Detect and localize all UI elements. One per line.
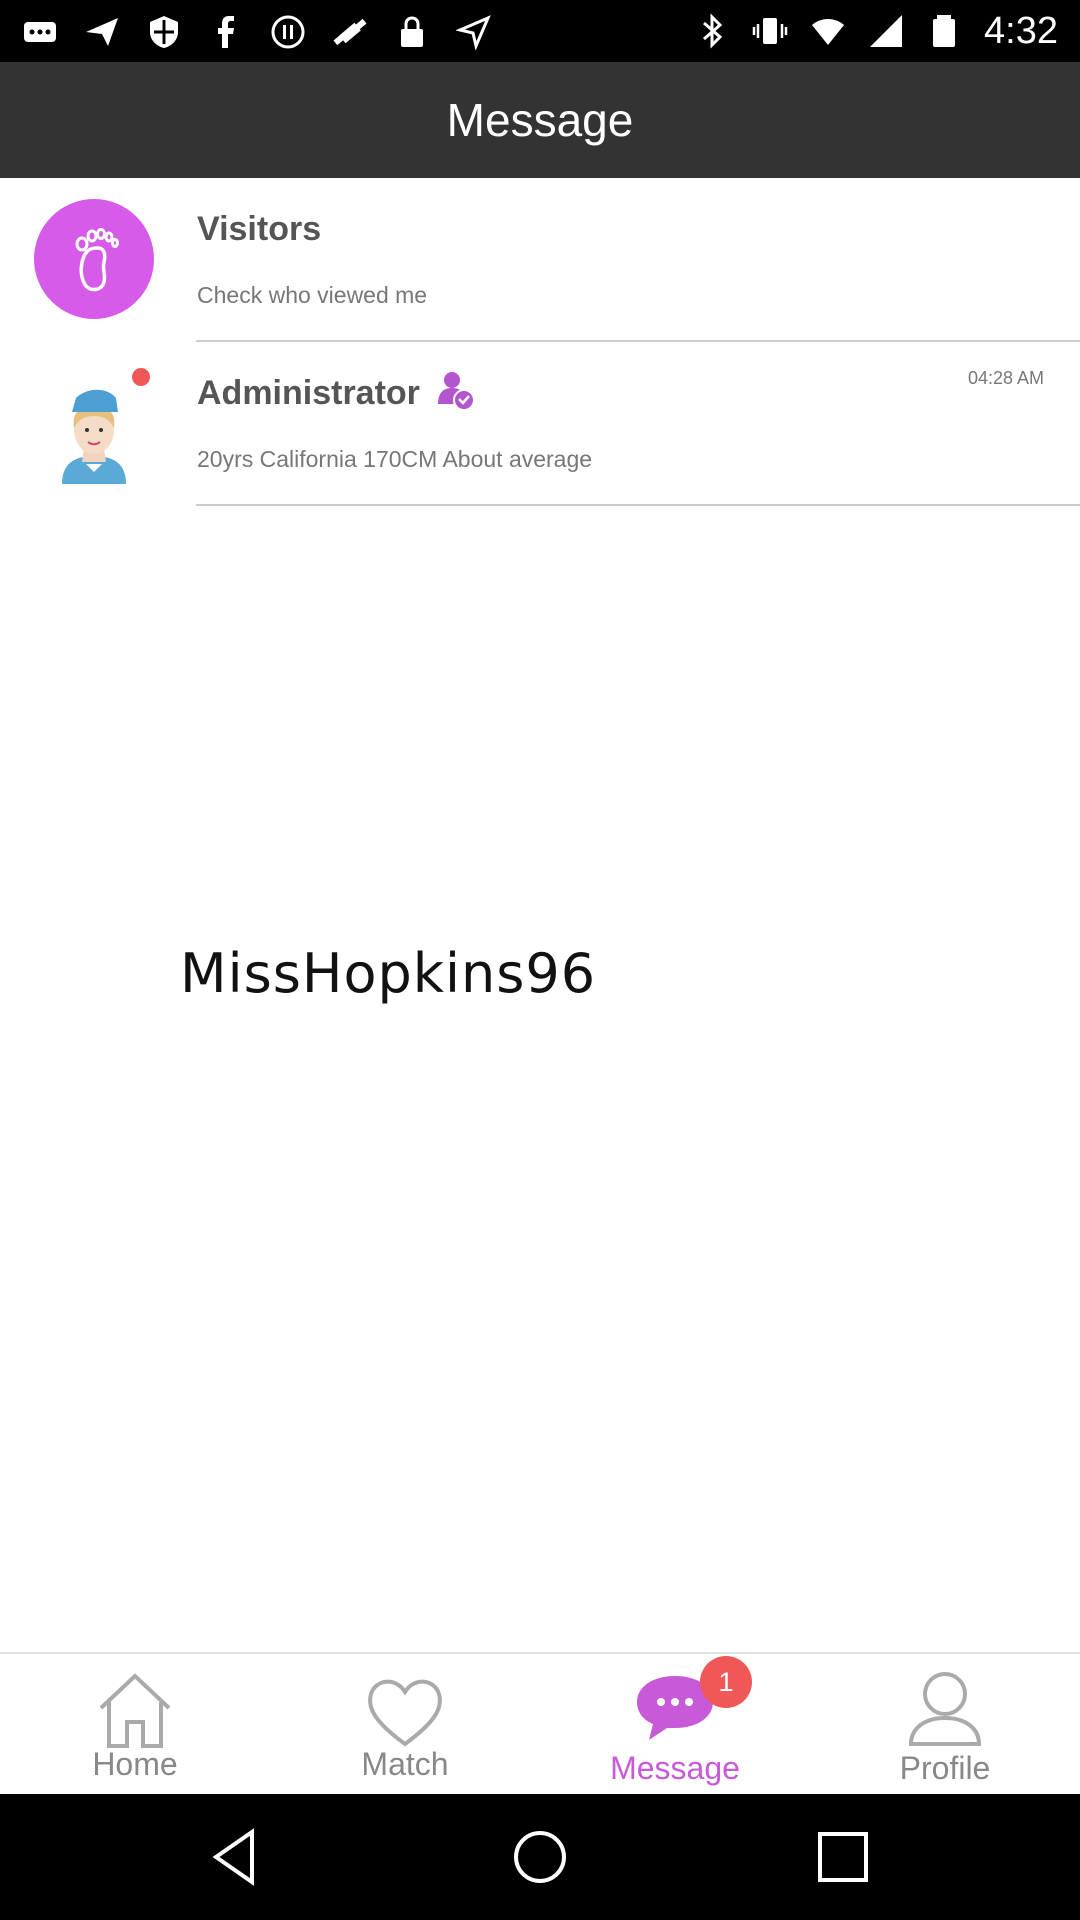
list-item-visitors[interactable]: Visitors Check who viewed me <box>0 178 1080 342</box>
shield-icon <box>150 16 178 48</box>
watermark-text: MissHopkins96 <box>180 942 597 1005</box>
lock-icon <box>401 16 423 47</box>
unread-dot <box>132 368 150 386</box>
location-arrow-icon <box>456 15 491 50</box>
footprint-icon <box>75 228 119 292</box>
tab-profile[interactable]: Profile <box>810 1654 1080 1796</box>
home-circle-icon[interactable] <box>505 1822 575 1892</box>
wifi-icon <box>812 19 845 45</box>
avatar <box>62 389 126 484</box>
home-icon <box>99 1673 171 1748</box>
vibrate-icon <box>752 18 788 44</box>
status-time: 4:32 <box>984 9 1058 52</box>
system-nav-bar <box>0 1794 1080 1920</box>
recents-icon[interactable] <box>808 1822 878 1892</box>
row-subtitle: 20yrs California 170CM About average <box>197 446 593 472</box>
send-icon <box>86 18 118 46</box>
verified-user-icon <box>438 372 475 411</box>
system-icons: 4:32 <box>694 8 1058 54</box>
person-icon <box>908 1672 982 1746</box>
tab-label: Message <box>610 1750 740 1786</box>
more-icon <box>24 22 56 42</box>
row-subtitle: Check who viewed me <box>197 282 428 308</box>
visitors-avatar <box>34 199 154 319</box>
app-header: Message <box>0 62 1080 178</box>
status-bar: 4:32 <box>0 0 1080 62</box>
back-icon[interactable] <box>202 1822 272 1892</box>
bluetooth-icon <box>703 13 723 49</box>
tab-message[interactable]: 1 Message <box>540 1654 810 1796</box>
facebook-icon <box>218 16 234 48</box>
tab-home[interactable]: Home <box>0 1654 270 1796</box>
record-icon <box>271 15 305 49</box>
battery-icon <box>933 15 956 47</box>
tab-label: Home <box>92 1746 178 1782</box>
notification-icons <box>22 12 492 52</box>
signal-icon <box>870 15 903 47</box>
bottom-tab-bar: Home Match 1 Message Profile <box>0 1652 1080 1796</box>
row-timestamp: 04:28 AM <box>967 368 1044 388</box>
fake-gps-icon <box>333 18 367 46</box>
tab-match[interactable]: Match <box>270 1654 540 1796</box>
tab-label: Match <box>361 1746 449 1782</box>
list-item-administrator[interactable]: Administrator 04:28 AM 20yrs California … <box>0 342 1080 506</box>
page-title: Message <box>446 94 634 146</box>
heart-icon <box>368 1679 442 1747</box>
row-title: Visitors <box>197 210 322 248</box>
row-title: Administrator <box>197 374 420 412</box>
divider <box>196 504 1080 506</box>
unread-badge: 1 <box>700 1656 752 1708</box>
tab-label: Profile <box>899 1750 991 1786</box>
